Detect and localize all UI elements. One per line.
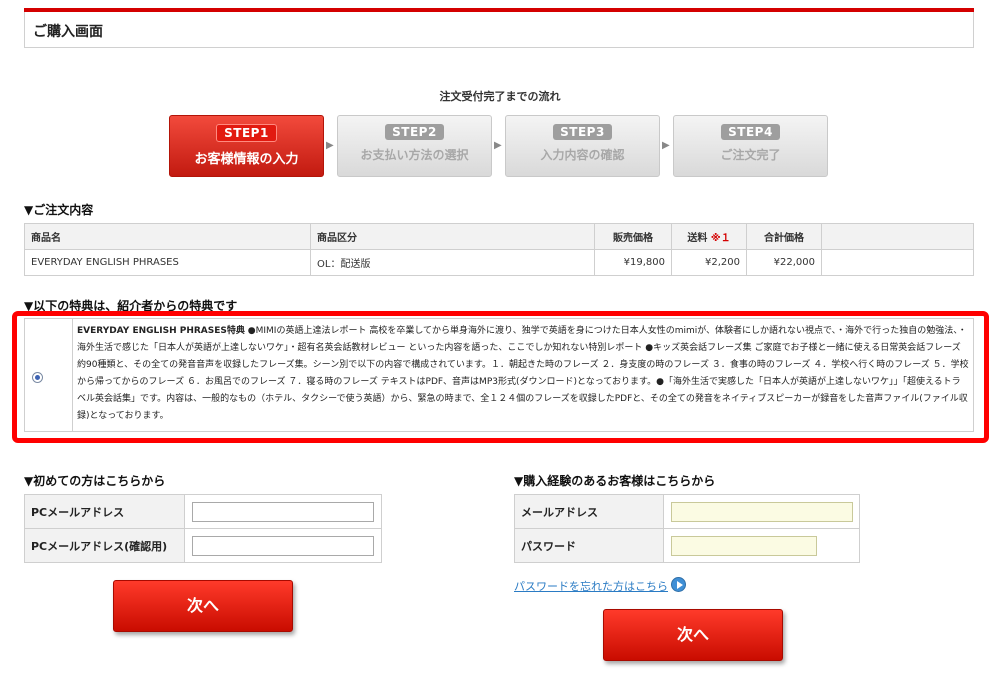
triangle-right-icon: ▶ — [326, 140, 334, 151]
header-total: 合計価格 — [746, 223, 822, 250]
returning-email-field[interactable] — [671, 501, 853, 522]
step-3-label: 入力内容の確認 — [540, 148, 625, 162]
bonus-radio-button[interactable] — [32, 372, 43, 383]
step-1-label: お客様情報の入力 — [194, 152, 299, 167]
header-shipping: 送料 ※１ — [671, 223, 747, 250]
table-row: EVERYDAY ENGLISH PHRASES OL：配送版 ¥19,800 … — [24, 249, 974, 276]
returning-customer-next-button[interactable]: 次へ — [603, 609, 783, 661]
new-email-confirm-label: PCメールアドレス(確認用) — [24, 528, 185, 563]
order-table: 商品名 商品区分 販売価格 送料 ※１ 合計価格 EVERYDAY ENGLIS… — [24, 223, 974, 276]
bonus-option: EVERYDAY ENGLISH PHRASES特典 ●MIMIの英語上達法レポ… — [24, 318, 974, 432]
shipping-note-mark: ※１ — [710, 233, 731, 244]
step-2: STEP2 お支払い方法の選択 — [337, 115, 492, 177]
bonus-heading: EVERYDAY ENGLISH PHRASES特典 — [77, 326, 245, 336]
cell-price: ¥19,800 — [594, 249, 672, 276]
step-3-badge: STEP3 — [553, 124, 612, 140]
new-email-label: PCメールアドレス — [24, 494, 185, 529]
bonus-body: ●MIMIの英語上達法レポート 高校を卒業してから単身海外に渡り、独学で英語を身… — [77, 326, 969, 421]
returning-customer-title: ▼購入経験のあるお客様はこちらから — [514, 474, 716, 488]
new-email-confirm-field[interactable] — [192, 535, 374, 556]
cell-empty — [821, 249, 974, 276]
header-empty — [821, 223, 974, 250]
step-4-badge: STEP4 — [721, 124, 780, 140]
returning-customer-form: メールアドレス パスワード — [514, 494, 860, 563]
flow-title: 注文受付完了までの流れ — [439, 90, 561, 103]
triangle-right-icon: ▶ — [494, 140, 502, 151]
triangle-right-icon: ▶ — [662, 140, 670, 151]
forgot-password-link[interactable]: パスワードを忘れた方はこちら — [514, 578, 668, 594]
password-label: パスワード — [514, 528, 664, 563]
header-product-category: 商品区分 — [310, 223, 595, 250]
cell-total: ¥22,000 — [746, 249, 822, 276]
cell-product-name: EVERYDAY ENGLISH PHRASES — [24, 249, 311, 276]
step-2-badge: STEP2 — [385, 124, 444, 140]
bonus-radio-cell — [25, 319, 73, 431]
cell-product-category: OL：配送版 — [310, 249, 595, 276]
new-email-field[interactable] — [192, 501, 374, 522]
step-2-label: お支払い方法の選択 — [360, 148, 469, 162]
step-1: STEP1 お客様情報の入力 — [169, 115, 324, 177]
shipping-label: 送料 — [687, 233, 708, 244]
bonus-description: EVERYDAY ENGLISH PHRASES特典 ●MIMIの英語上達法レポ… — [77, 323, 969, 425]
page-title: ご購入画面 — [33, 24, 103, 40]
order-section-title: ▼ご注文内容 — [24, 203, 94, 217]
header-product-name: 商品名 — [24, 223, 311, 250]
page-header: ご購入画面 — [24, 12, 974, 48]
step-1-badge: STEP1 — [216, 124, 277, 142]
order-table-header: 商品名 商品区分 販売価格 送料 ※１ 合計価格 — [24, 223, 974, 250]
header-price: 販売価格 — [594, 223, 672, 250]
password-field[interactable] — [671, 535, 817, 556]
step-3: STEP3 入力内容の確認 — [505, 115, 660, 177]
step-4: STEP4 ご注文完了 — [673, 115, 828, 177]
returning-email-label: メールアドレス — [514, 494, 664, 529]
cell-shipping: ¥2,200 — [671, 249, 747, 276]
new-customer-title: ▼初めての方はこちらから — [24, 474, 166, 488]
circle-arrow-right-icon[interactable] — [671, 577, 686, 592]
step-4-label: ご注文完了 — [720, 148, 781, 162]
new-customer-form: PCメールアドレス PCメールアドレス(確認用) — [24, 494, 382, 563]
new-customer-next-button[interactable]: 次へ — [113, 580, 293, 632]
